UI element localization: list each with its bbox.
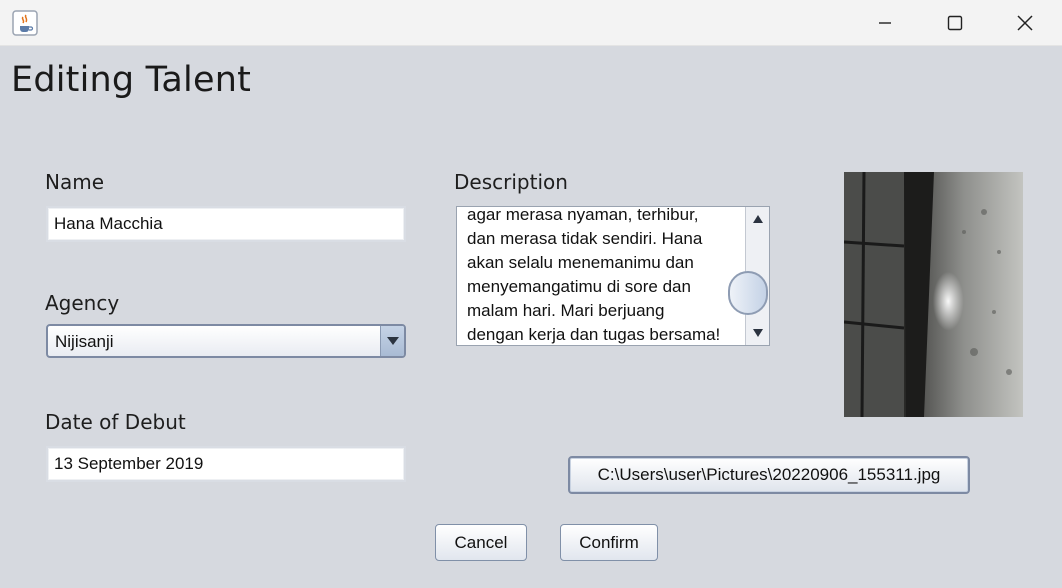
maximize-button[interactable]: [920, 0, 990, 46]
maximize-icon: [947, 15, 963, 31]
name-label: Name: [45, 170, 105, 194]
scroll-up-arrow-icon[interactable]: [746, 209, 769, 229]
scrollbar-track[interactable]: [728, 231, 769, 319]
java-coffee-cup-icon: [12, 10, 38, 36]
agency-label: Agency: [45, 291, 120, 315]
agency-dropdown[interactable]: Nijisanji: [46, 324, 406, 358]
title-bar: [0, 0, 1062, 46]
choose-image-button[interactable]: C:\Users\user\Pictures\20220906_155311.j…: [568, 456, 970, 494]
minimize-icon: [877, 15, 893, 31]
talent-photo: [844, 172, 1023, 417]
close-button[interactable]: [990, 0, 1060, 46]
debut-label: Date of Debut: [45, 410, 186, 434]
description-textarea[interactable]: agar merasa nyaman, terhibur, dan merasa…: [456, 206, 770, 346]
close-icon: [1016, 14, 1034, 32]
minimize-button[interactable]: [850, 0, 920, 46]
cancel-button[interactable]: Cancel: [435, 524, 527, 561]
description-label: Description: [454, 170, 568, 194]
confirm-button[interactable]: Confirm: [560, 524, 658, 561]
agency-selected-value: Nijisanji: [55, 332, 114, 351]
description-text[interactable]: agar merasa nyaman, terhibur, dan merasa…: [467, 207, 747, 345]
description-scrollbar[interactable]: [728, 207, 769, 345]
scroll-down-arrow-icon[interactable]: [746, 323, 769, 343]
dialog-content: Editing Talent Name Hana Macchia Agency …: [0, 46, 1062, 588]
chevron-down-icon[interactable]: [380, 326, 404, 356]
page-title: Editing Talent: [11, 60, 252, 100]
debut-date-field[interactable]: 13 September 2019: [46, 446, 406, 482]
name-field[interactable]: Hana Macchia: [46, 206, 406, 242]
scrollbar-thumb[interactable]: [728, 271, 768, 315]
